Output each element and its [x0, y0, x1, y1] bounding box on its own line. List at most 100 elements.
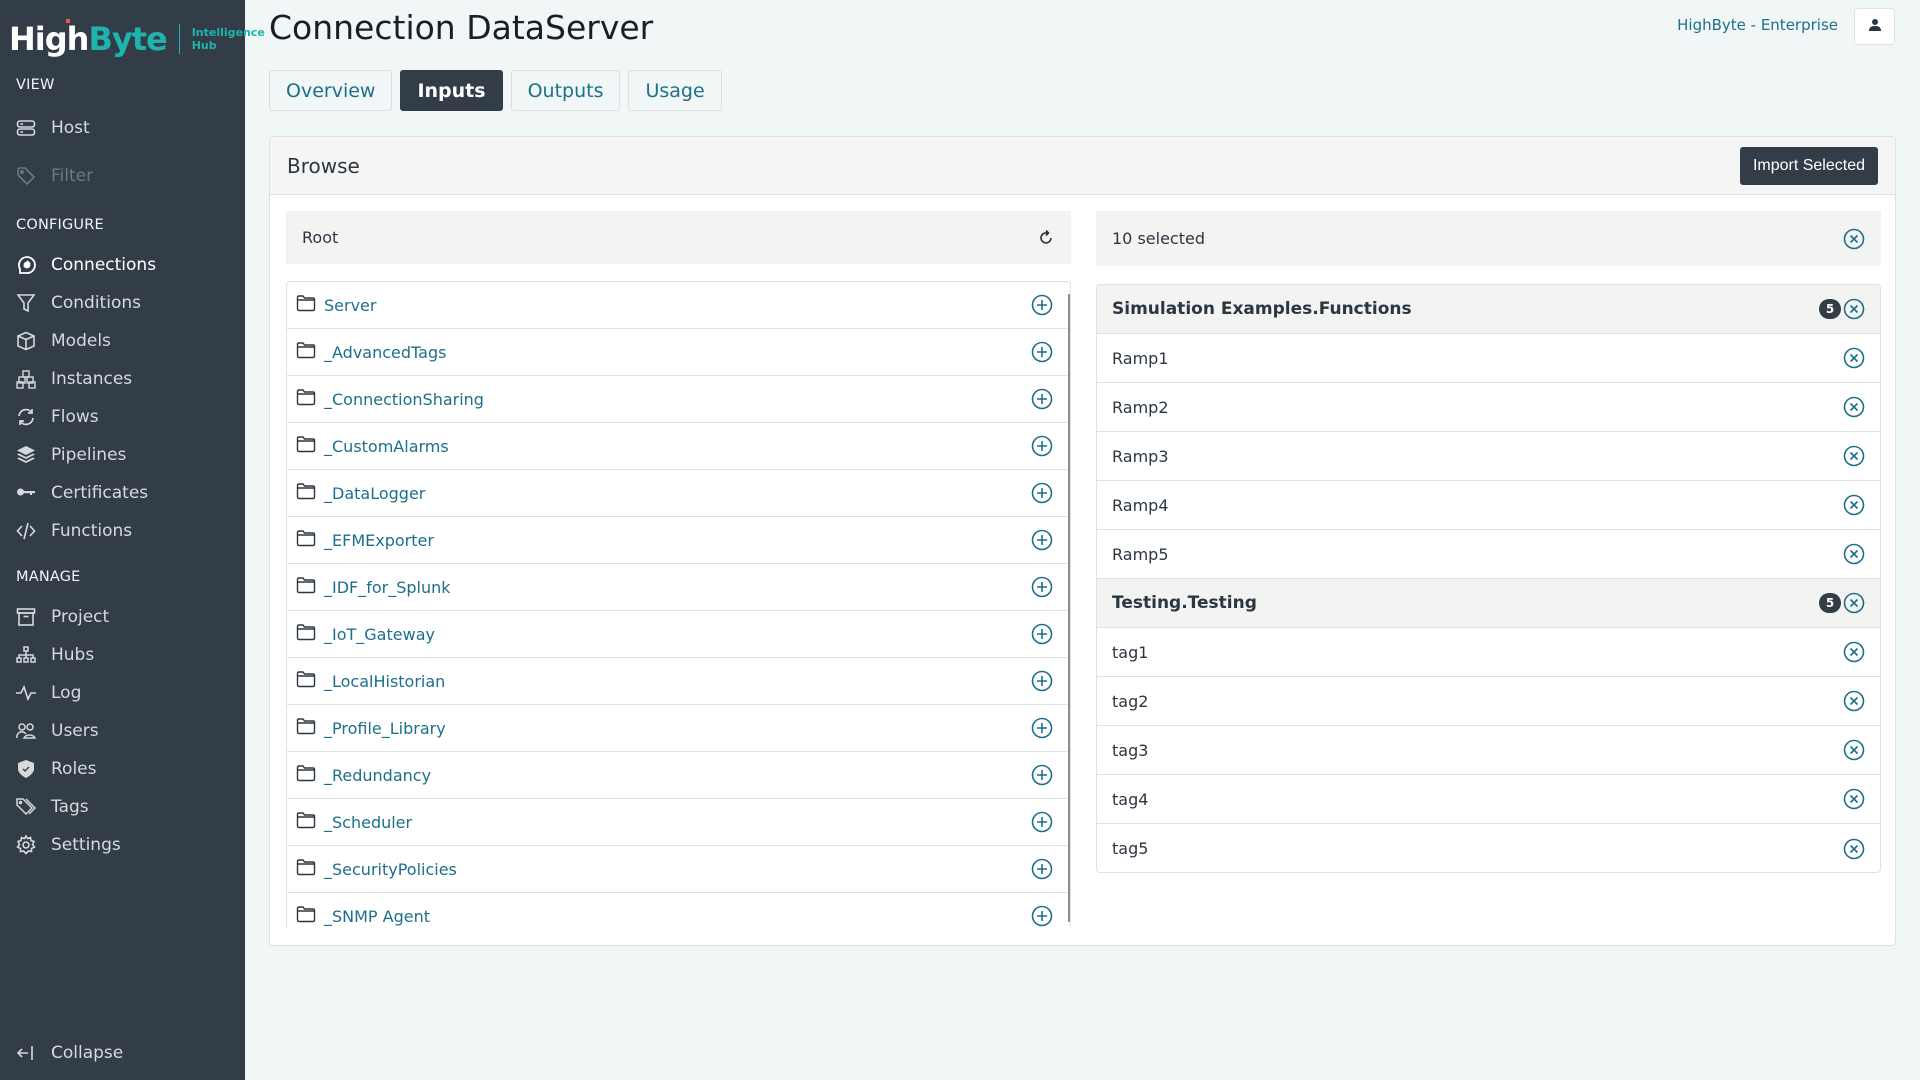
- folder-row[interactable]: Server: [287, 282, 1070, 329]
- remove-group-icon[interactable]: [1843, 298, 1865, 320]
- refresh-icon[interactable]: [1037, 229, 1055, 247]
- add-plus-icon[interactable]: [1031, 623, 1053, 645]
- add-plus-icon[interactable]: [1031, 529, 1053, 551]
- remove-item-icon[interactable]: [1843, 543, 1865, 565]
- remove-group-icon[interactable]: [1843, 592, 1865, 614]
- folder-row[interactable]: _IDF_for_Splunk: [287, 564, 1070, 611]
- sidebar-item-settings[interactable]: Settings: [16, 830, 236, 860]
- add-plus-icon[interactable]: [1031, 858, 1053, 880]
- add-plus-icon[interactable]: [1031, 576, 1053, 598]
- sidebar-item-project[interactable]: Project: [16, 602, 236, 632]
- sidebar-item-instances[interactable]: Instances: [16, 364, 236, 394]
- sidebar-item-pipelines[interactable]: Pipelines: [16, 440, 236, 470]
- remove-item-icon[interactable]: [1843, 838, 1865, 860]
- add-plus-icon[interactable]: [1031, 482, 1053, 504]
- highbyte-logo[interactable]: High Byte Intelligence Hub: [9, 14, 265, 64]
- tab-outputs[interactable]: Outputs: [510, 70, 621, 111]
- sidebar-item-filter[interactable]: Filter: [16, 161, 236, 191]
- selected-item-row: Ramp4: [1097, 481, 1880, 530]
- remove-item-icon[interactable]: [1843, 641, 1865, 663]
- add-plus-icon[interactable]: [1031, 811, 1053, 833]
- folder-row[interactable]: _SecurityPolicies: [287, 846, 1070, 893]
- sidebar-item-models[interactable]: Models: [16, 326, 236, 356]
- folder-row[interactable]: _CustomAlarms: [287, 423, 1070, 470]
- sidebar-item-conditions[interactable]: Conditions: [16, 288, 236, 318]
- archive-icon: [16, 607, 36, 627]
- sidebar-item-label: Project: [51, 607, 110, 627]
- add-plus-icon[interactable]: [1031, 435, 1053, 457]
- remove-item-icon[interactable]: [1843, 690, 1865, 712]
- folder-list-scrollbar[interactable]: [1068, 294, 1070, 922]
- shield-icon: [16, 759, 36, 779]
- add-plus-icon[interactable]: [1031, 341, 1053, 363]
- remove-item-icon[interactable]: [1843, 396, 1865, 418]
- add-plus-icon[interactable]: [1031, 294, 1053, 316]
- folder-name[interactable]: _IDF_for_Splunk: [296, 576, 451, 598]
- remove-item-icon[interactable]: [1843, 494, 1865, 516]
- folder-name[interactable]: _SecurityPolicies: [296, 858, 457, 880]
- tab-overview[interactable]: Overview: [269, 70, 393, 111]
- sidebar-item-label: Instances: [51, 369, 133, 389]
- group-count-badge: 5: [1819, 299, 1841, 319]
- breadcrumb-root[interactable]: Root: [302, 228, 338, 247]
- folder-icon: [296, 905, 324, 927]
- group-name: Testing.Testing: [1112, 593, 1257, 613]
- selected-item-name: tag4: [1112, 789, 1149, 809]
- folder-row[interactable]: _Scheduler: [287, 799, 1070, 846]
- folder-name[interactable]: _EFMExporter: [296, 529, 434, 551]
- folder-name[interactable]: _IoT_Gateway: [296, 623, 435, 645]
- remove-item-icon[interactable]: [1843, 788, 1865, 810]
- sync-icon: [16, 407, 36, 427]
- tag-icon: [16, 166, 36, 186]
- folder-row[interactable]: _EFMExporter: [287, 517, 1070, 564]
- remove-item-icon[interactable]: [1843, 347, 1865, 369]
- import-selected-button[interactable]: Import Selected: [1739, 146, 1878, 185]
- remove-item-icon[interactable]: [1843, 445, 1865, 467]
- sidebar-item-functions[interactable]: Functions: [16, 516, 236, 546]
- folder-row[interactable]: _Redundancy: [287, 752, 1070, 799]
- sidebar-item-log[interactable]: Log: [16, 678, 236, 708]
- folder-name[interactable]: _AdvancedTags: [296, 341, 446, 363]
- sidebar-item-host[interactable]: Host: [16, 113, 236, 143]
- collapse-label: Collapse: [51, 1043, 124, 1063]
- sidebar-item-certificates[interactable]: Certificates: [16, 478, 236, 508]
- selected-item-name: tag2: [1112, 691, 1149, 711]
- sidebar-item-roles[interactable]: Roles: [16, 754, 236, 784]
- folder-name[interactable]: _ConnectionSharing: [296, 388, 484, 410]
- folder-icon: [296, 388, 324, 410]
- page-title: Connection DataServer: [269, 8, 654, 47]
- add-plus-icon[interactable]: [1031, 717, 1053, 739]
- remove-item-icon[interactable]: [1843, 739, 1865, 761]
- folder-row[interactable]: _IoT_Gateway: [287, 611, 1070, 658]
- sidebar-item-users[interactable]: Users: [16, 716, 236, 746]
- folder-name[interactable]: _LocalHistorian: [296, 670, 445, 692]
- sidebar-item-hubs[interactable]: Hubs: [16, 640, 236, 670]
- tab-inputs[interactable]: Inputs: [400, 70, 503, 111]
- folder-name[interactable]: _Scheduler: [296, 811, 412, 833]
- folder-name[interactable]: _Redundancy: [296, 764, 431, 786]
- sidebar-item-connections[interactable]: Connections: [16, 250, 236, 280]
- tab-usage[interactable]: Usage: [628, 70, 722, 111]
- user-menu-button[interactable]: [1854, 8, 1895, 45]
- folder-name[interactable]: _CustomAlarms: [296, 435, 449, 457]
- collapse-button[interactable]: Collapse: [16, 1038, 236, 1068]
- folder-row[interactable]: _AdvancedTags: [287, 329, 1070, 376]
- folder-row[interactable]: _Profile_Library: [287, 705, 1070, 752]
- clear-all-selection-icon[interactable]: [1843, 228, 1865, 250]
- folder-row[interactable]: _SNMP Agent: [287, 893, 1070, 929]
- add-plus-icon[interactable]: [1031, 905, 1053, 927]
- folder-name[interactable]: _DataLogger: [296, 482, 425, 504]
- folder-name[interactable]: _Profile_Library: [296, 717, 446, 739]
- selected-item-row: Ramp2: [1097, 383, 1880, 432]
- folder-name[interactable]: _SNMP Agent: [296, 905, 430, 927]
- sidebar-item-tags[interactable]: Tags: [16, 792, 236, 822]
- folder-row[interactable]: _DataLogger: [287, 470, 1070, 517]
- add-plus-icon[interactable]: [1031, 764, 1053, 786]
- add-plus-icon[interactable]: [1031, 670, 1053, 692]
- tenant-link[interactable]: HighByte - Enterprise: [1677, 16, 1838, 34]
- folder-row[interactable]: _LocalHistorian: [287, 658, 1070, 705]
- add-plus-icon[interactable]: [1031, 388, 1053, 410]
- folder-name[interactable]: Server: [296, 294, 376, 316]
- folder-row[interactable]: _ConnectionSharing: [287, 376, 1070, 423]
- sidebar-item-flows[interactable]: Flows: [16, 402, 236, 432]
